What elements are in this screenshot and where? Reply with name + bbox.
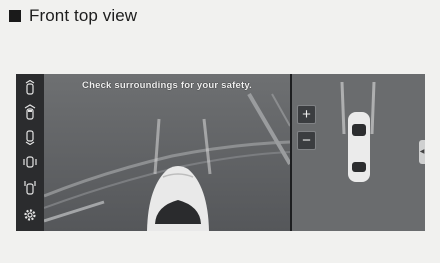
safety-message: Check surroundings for your safety. xyxy=(82,80,252,91)
zoom-out-button[interactable]: − xyxy=(297,131,316,150)
section-heading: Front top view xyxy=(9,6,137,26)
panel-expand-handle[interactable]: ◀ xyxy=(419,140,425,164)
view-mode-sidebar xyxy=(16,74,44,231)
front-top-view-button[interactable] xyxy=(20,102,40,122)
parking-guide-button[interactable] xyxy=(20,178,40,198)
top-view-scene xyxy=(292,74,425,231)
zoom-in-button[interactable]: + xyxy=(297,105,316,124)
front-top-view-icon xyxy=(24,104,36,120)
side-view-icon xyxy=(23,156,37,168)
side-view-button[interactable] xyxy=(20,152,40,172)
road-scene xyxy=(44,74,290,231)
settings-button[interactable] xyxy=(20,205,40,225)
top-view-panel: + − ◀ xyxy=(290,74,425,231)
section-title: Front top view xyxy=(29,6,138,25)
settings-gear-icon xyxy=(24,209,36,221)
front-view-icon xyxy=(25,80,35,95)
rear-view-icon xyxy=(25,130,35,145)
parking-guide-icon xyxy=(24,181,36,195)
chevron-left-icon: ◀ xyxy=(419,149,425,155)
rear-view-button[interactable] xyxy=(20,127,40,147)
square-bullet-icon xyxy=(9,10,21,22)
front-view-button[interactable] xyxy=(20,78,40,98)
front-top-camera-view: Check surroundings for your safety. xyxy=(44,74,290,231)
camera-display: Check surroundings for your safety. + − … xyxy=(16,74,425,231)
